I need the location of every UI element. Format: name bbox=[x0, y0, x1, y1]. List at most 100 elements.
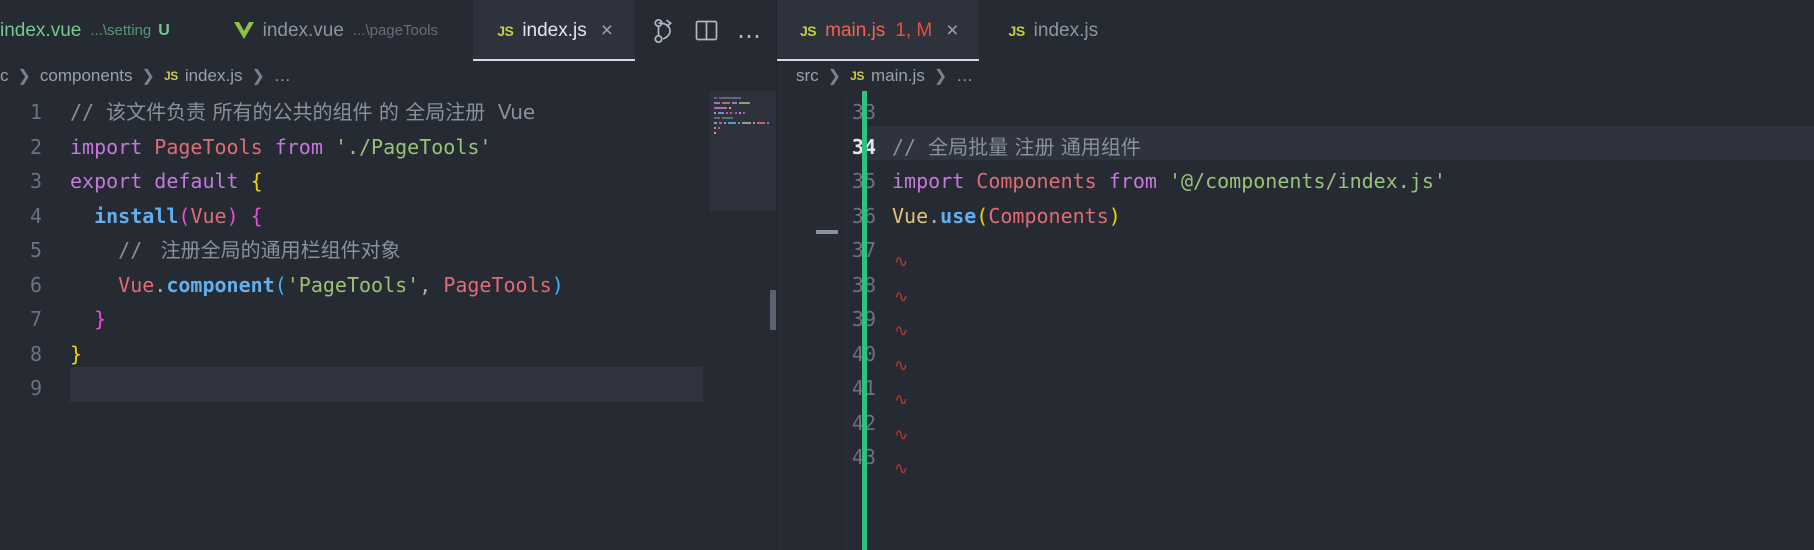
breadcrumb-label: … bbox=[956, 66, 974, 85]
editor-group-left: index.vue ...\setting U index.vue ...\pa… bbox=[0, 0, 776, 550]
breadcrumb-left: c ❯ components ❯ JS index.js ❯ … bbox=[0, 61, 776, 91]
code-line: // 注册全局的通用栏组件对象 bbox=[70, 233, 401, 268]
tab-index-js[interactable]: JS index.js × bbox=[473, 0, 635, 61]
tab-index-vue-pagetools[interactable]: index.vue ...\pageTools bbox=[191, 0, 452, 61]
tab-close-icon[interactable]: × bbox=[946, 20, 958, 41]
tab-label: index.vue bbox=[0, 19, 82, 41]
overview-ruler-mark bbox=[816, 230, 838, 234]
error-squiggle: ∿ bbox=[894, 286, 909, 307]
tab-gap bbox=[452, 0, 473, 61]
tab-bar-left: index.vue ...\setting U index.vue ...\pa… bbox=[0, 0, 776, 61]
code-token: Components bbox=[988, 203, 1109, 228]
error-squiggle: ∿ bbox=[894, 390, 909, 410]
minimap-slider[interactable] bbox=[710, 91, 776, 211]
breadcrumb-label: c bbox=[0, 66, 9, 85]
error-squiggle: ∿ bbox=[894, 321, 909, 341]
tab-main-js[interactable]: JS main.js 1, M × bbox=[776, 0, 979, 61]
tab-label: main.js bbox=[825, 19, 886, 41]
code-token: ) bbox=[226, 203, 239, 228]
code-line: import Components from '@/components/ind… bbox=[892, 164, 1446, 199]
line-number: 7 bbox=[29, 307, 42, 331]
breadcrumb-item-src[interactable]: src bbox=[796, 66, 819, 86]
breadcrumb-item-c[interactable]: c bbox=[0, 66, 9, 86]
code-token: // bbox=[892, 134, 929, 159]
editor-actions-left: … bbox=[635, 0, 776, 61]
code-token: Vue bbox=[190, 203, 227, 228]
code-token: ( bbox=[976, 203, 989, 228]
code-editor-right[interactable]: 3334// 全局批量 注册 通用组件35import Components f… bbox=[776, 91, 1814, 550]
code-token: ( bbox=[178, 203, 191, 228]
minimap-left[interactable] bbox=[710, 91, 776, 550]
line-number: 4 bbox=[29, 203, 42, 228]
split-changes-icon[interactable] bbox=[653, 18, 676, 44]
chevron-right-icon: ❯ bbox=[141, 68, 155, 85]
code-token: // bbox=[70, 238, 155, 262]
tab-label: index.js bbox=[522, 19, 587, 41]
chevron-right-icon: ❯ bbox=[251, 68, 265, 85]
tab-index-js-right[interactable]: JS index.js bbox=[998, 0, 1113, 61]
tab-bar-right: JS main.js 1, M × JS index.js bbox=[776, 0, 1814, 61]
breadcrumb-item-components[interactable]: components bbox=[40, 66, 133, 86]
code-token: import bbox=[892, 169, 977, 193]
tab-label: index.js bbox=[1033, 19, 1099, 41]
line-number: 9 bbox=[29, 376, 42, 400]
code-token: Vue bbox=[118, 272, 155, 297]
more-actions-icon[interactable]: … bbox=[737, 18, 762, 43]
error-squiggle: ∿ bbox=[894, 252, 909, 272]
code-token: . bbox=[154, 272, 167, 297]
editor-group-right: JS main.js 1, M × JS index.js src ❯ JS m… bbox=[776, 0, 1814, 550]
js-icon: JS bbox=[1008, 22, 1026, 39]
code-token: component bbox=[166, 272, 275, 297]
breadcrumb-item-symbol[interactable]: … bbox=[274, 66, 291, 86]
breadcrumb-right: src ❯ JS main.js ❯ … bbox=[776, 61, 1814, 91]
code-token: , bbox=[419, 272, 444, 297]
breadcrumb-label: main.js bbox=[870, 66, 925, 85]
tab-description: ...\pageTools bbox=[352, 22, 438, 39]
chevron-right-icon: ❯ bbox=[933, 68, 948, 85]
breadcrumb-label: index.js bbox=[184, 66, 243, 85]
code-token: Components bbox=[976, 169, 1109, 193]
tab-close-icon[interactable]: × bbox=[601, 20, 613, 41]
code-token: import bbox=[70, 134, 155, 159]
breadcrumb-item-main-js[interactable]: JS main.js bbox=[850, 66, 925, 86]
code-line: install(Vue) { bbox=[70, 199, 263, 234]
breadcrumb-label: src bbox=[796, 66, 819, 85]
breadcrumb-label: … bbox=[273, 66, 291, 85]
tab-gap bbox=[184, 0, 192, 61]
breadcrumb-label: components bbox=[39, 66, 133, 85]
code-token: // bbox=[70, 100, 107, 124]
tab-git-badge: U bbox=[158, 21, 170, 39]
breadcrumb-item-index-js[interactable]: JS index.js bbox=[164, 66, 243, 86]
chevron-right-icon: ❯ bbox=[17, 68, 31, 85]
code-token: { bbox=[250, 169, 263, 193]
code-token: PageTools bbox=[154, 134, 275, 159]
code-token: from bbox=[1108, 169, 1169, 193]
tab-index-vue-setting[interactable]: index.vue ...\setting U bbox=[0, 0, 184, 61]
vscode-window: index.vue ...\setting U index.vue ...\pa… bbox=[0, 0, 1814, 550]
line-number: 2 bbox=[29, 134, 42, 159]
cursor-line-band bbox=[70, 367, 703, 402]
tab-description: ...\setting bbox=[90, 22, 152, 39]
error-squiggle: ∿ bbox=[894, 459, 909, 479]
code-line: } bbox=[70, 337, 82, 372]
code-token: } bbox=[94, 307, 107, 331]
js-icon: JS bbox=[163, 69, 178, 83]
git-change-indicator bbox=[862, 91, 867, 550]
error-squiggle: ∿ bbox=[894, 355, 909, 376]
code-editor-left[interactable]: 1 // 该文件负责 所有的公共的组件 的 全局注册 Vue 2 import Pag… bbox=[0, 91, 776, 550]
js-icon: JS bbox=[497, 22, 514, 39]
line-number: 3 bbox=[29, 169, 42, 193]
code-token: ) bbox=[551, 272, 564, 297]
code-token: { bbox=[250, 203, 263, 228]
code-token: . bbox=[928, 203, 941, 228]
split-editor-icon[interactable] bbox=[694, 19, 719, 42]
breadcrumb-item-symbol[interactable]: … bbox=[956, 66, 973, 86]
line-number: 8 bbox=[29, 341, 42, 366]
code-token: '@/components/index.js' bbox=[1168, 169, 1446, 193]
error-squiggle: ∿ bbox=[894, 424, 909, 445]
code-token: ( bbox=[274, 272, 287, 297]
code-token: } bbox=[70, 341, 83, 366]
code-line: } bbox=[70, 302, 106, 337]
